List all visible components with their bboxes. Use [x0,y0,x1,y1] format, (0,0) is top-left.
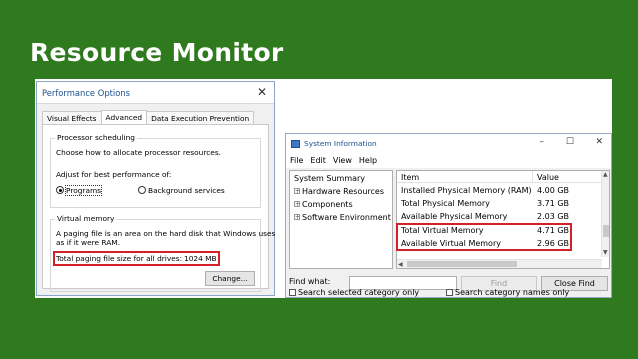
system-info-app-icon [291,139,300,148]
close-icon[interactable]: ✕ [595,137,603,147]
category-tree: System Summary + Hardware Resources + Comp… [289,170,393,269]
column-header-value[interactable]: Value [537,173,559,182]
processor-scheduling-group: Processor scheduling Choose how to alloc… [50,133,261,208]
column-separator[interactable] [532,171,533,183]
expand-icon[interactable]: + [294,188,300,195]
paging-size-value: 1024 MB [184,254,217,263]
expand-icon[interactable]: + [294,214,300,221]
virtual-memory-group: Virtual memory A paging file is an area … [50,214,275,292]
search-selected-label: Search selected category only [298,288,420,297]
row-item: Total Virtual Memory [401,226,484,235]
close-icon[interactable]: ✕ [257,85,267,99]
table-row[interactable]: Total Physical Memory 3.71 GB [397,198,602,211]
paging-size-label: Total paging file size for all drives: [56,254,183,263]
system-information-window: System Information – ☐ ✕ File Edit View … [285,133,612,298]
search-names-label: Search category names only [455,288,570,297]
column-header-item[interactable]: Item [401,173,419,182]
horizontal-scrollbar[interactable]: ◀ [397,259,602,268]
find-label: Find what: [289,277,331,286]
tree-item-software-environment[interactable]: + Software Environment [294,213,391,222]
scroll-down-icon[interactable]: ▼ [603,249,608,256]
row-item: Available Virtual Memory [401,239,501,248]
row-value: 3.71 GB [537,199,570,208]
scroll-up-icon[interactable]: ▲ [603,171,608,178]
menu-view[interactable]: View [333,156,352,165]
list-header: Item Value [397,171,602,183]
performance-options-dialog: Performance Options ✕ Visual Effects Adv… [36,81,275,296]
minimize-icon[interactable]: – [540,137,545,147]
row-item: Installed Physical Memory (RAM) [401,186,532,195]
row-item: Total Physical Memory [401,199,490,208]
checkbox-icon [289,289,296,296]
expand-icon[interactable]: + [294,201,300,208]
slide-title: Resource Monitor [30,38,284,67]
search-names-checkbox[interactable]: Search category names only [446,288,569,297]
programs-label: Programs [64,185,103,196]
tree-item-components[interactable]: + Components [294,200,353,209]
tab-data-execution-prevention[interactable]: Data Execution Prevention [146,111,255,125]
row-value: 2.96 GB [537,239,570,248]
menu-edit[interactable]: Edit [310,156,326,165]
row-value: 4.71 GB [537,226,570,235]
menu-help[interactable]: Help [359,156,377,165]
tree-item-system-summary[interactable]: System Summary [294,174,365,183]
virtual-memory-description-2: as if it were RAM. [56,238,121,247]
scroll-thumb[interactable] [407,261,517,267]
background-services-label: Background services [148,186,225,195]
tree-item-hardware-resources[interactable]: + Hardware Resources [294,187,384,196]
window-title: System Information [304,139,377,148]
tab-visual-effects[interactable]: Visual Effects [42,111,102,125]
tree-label: Components [302,200,353,209]
virtual-memory-legend: Virtual memory [55,214,117,223]
programs-radio[interactable]: Programs [56,185,103,196]
row-value: 2.03 GB [537,212,570,221]
background-services-radio[interactable]: Background services [138,186,225,195]
menu-bar: File Edit View Help [286,153,611,168]
processor-description: Choose how to allocate processor resourc… [56,148,222,157]
vertical-scrollbar[interactable]: ▲ ▼ [601,171,609,257]
search-selected-checkbox[interactable]: Search selected category only [289,288,419,297]
checkbox-icon [446,289,453,296]
row-item: Available Physical Memory [401,212,508,221]
adjust-label: Adjust for best performance of: [56,170,172,179]
tree-label: Hardware Resources [302,187,385,196]
table-row[interactable]: Installed Physical Memory (RAM) 4.00 GB [397,185,602,198]
tree-label: Software Environment [302,213,391,222]
dialog-titlebar: Performance Options ✕ [37,82,274,104]
dialog-title: Performance Options [42,87,131,98]
menu-file[interactable]: File [290,156,303,165]
details-list: Item Value Installed Physical Memory (RA… [396,170,610,269]
radio-selected-icon [56,186,64,194]
tab-advanced[interactable]: Advanced [100,110,148,125]
table-row[interactable]: Available Virtual Memory 2.96 GB [397,238,602,251]
change-button[interactable]: Change... [205,271,255,286]
tab-content: Processor scheduling Choose how to alloc… [42,124,275,292]
table-row[interactable]: Total Virtual Memory 4.71 GB [397,225,602,238]
screenshot-panel: Performance Options ✕ Visual Effects Adv… [35,79,612,298]
row-value: 4.00 GB [537,186,570,195]
virtual-memory-description-1: A paging file is an area on the hard dis… [56,229,276,238]
dialog-tabs: Visual Effects Advanced Data Execution P… [37,104,274,125]
window-titlebar: System Information – ☐ ✕ [286,134,611,153]
scroll-thumb[interactable] [603,225,609,237]
processor-scheduling-legend: Processor scheduling [55,133,137,142]
radio-unselected-icon [138,186,146,194]
maximize-icon[interactable]: ☐ [566,137,574,147]
scroll-left-icon[interactable]: ◀ [398,261,403,268]
